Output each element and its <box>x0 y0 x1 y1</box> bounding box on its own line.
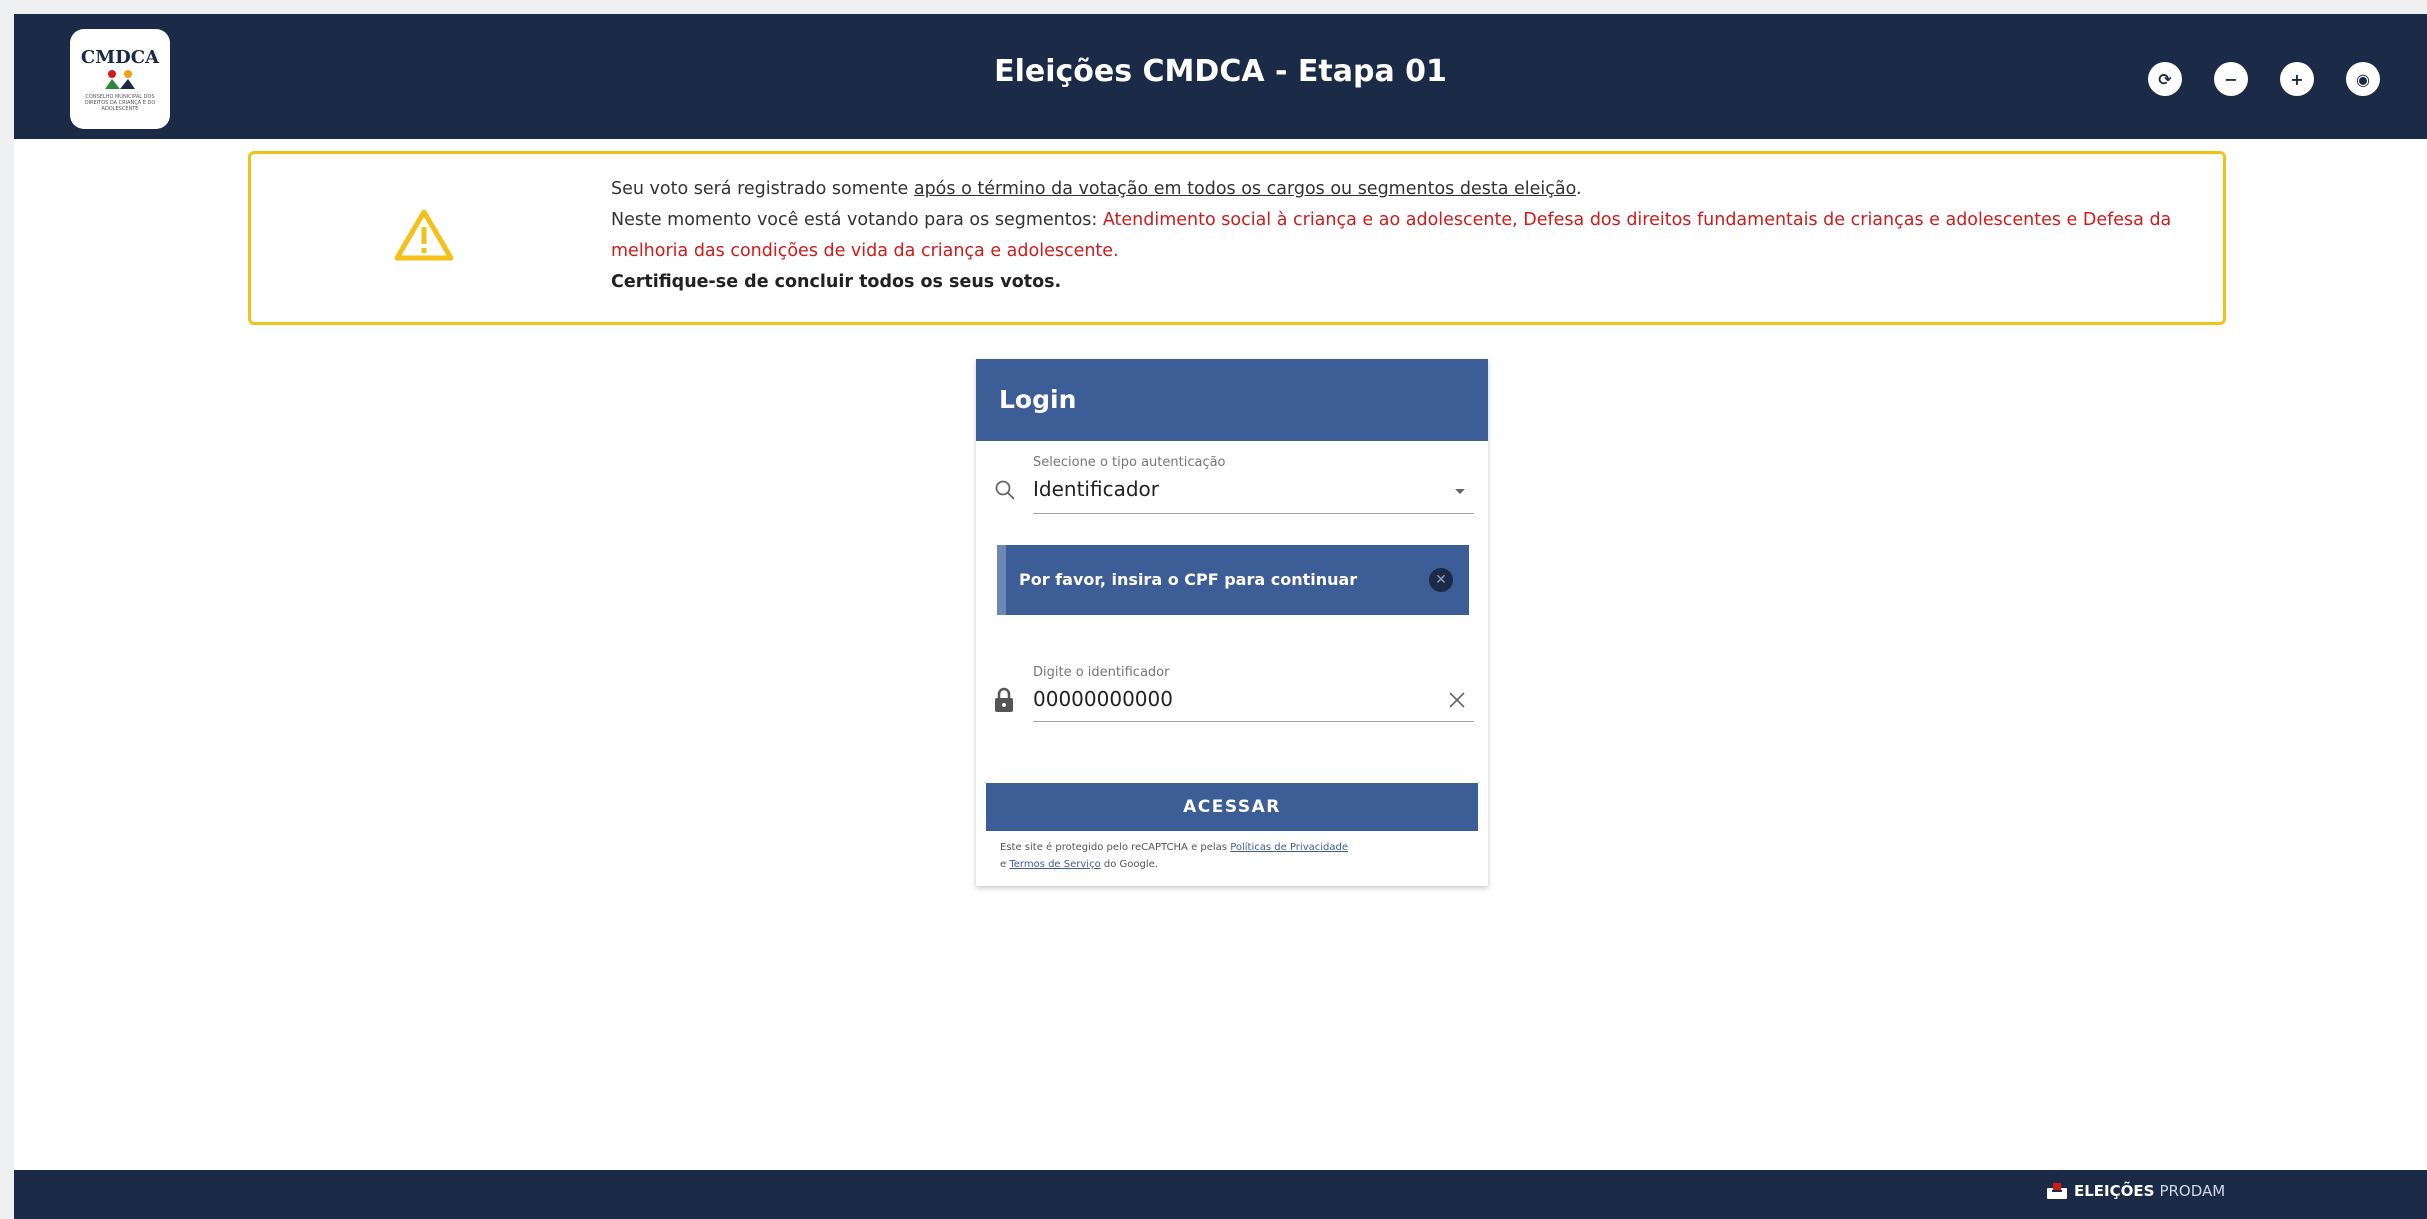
acessar-button[interactable]: ACESSAR <box>986 783 1478 831</box>
chevron-down-icon <box>1455 489 1465 494</box>
search-icon <box>995 480 1015 500</box>
recaptcha-prefix: Este site é protegido pelo reCAPTCHA e p… <box>1000 842 1231 853</box>
page-title: Eleições CMDCA - Etapa 01 <box>994 54 1447 89</box>
login-title: Login <box>976 359 1488 441</box>
refresh-icon: ⟳ <box>2158 69 2172 89</box>
auth-type-underline <box>1033 513 1474 514</box>
identifier-field[interactable]: Digite o identificador 00000000000 <box>986 657 1474 747</box>
recaptcha-notice: Este site é protegido pelo reCAPTCHA e p… <box>1000 839 1480 873</box>
privacy-policy-link[interactable]: Políticas de Privacidade <box>1230 842 1348 853</box>
logo-subtext: CONSELHO MUNICIPAL DOS DIREITOS DA CRIAN… <box>84 93 156 112</box>
auth-type-value: Identificador <box>1033 477 1159 501</box>
decrease-font-button[interactable]: − <box>2214 62 2248 96</box>
lock-icon <box>995 687 1013 712</box>
auth-type-select[interactable]: Selecione o tipo autenticação Identifica… <box>986 443 1474 533</box>
refresh-contrast-button[interactable]: ⟳ <box>2148 62 2182 96</box>
clear-icon[interactable] <box>1448 691 1466 709</box>
login-card: Login Selecione o tipo autenticação Iden… <box>976 359 1488 886</box>
cpf-alert-text: Por favor, insira o CPF para continuar <box>1019 570 1358 589</box>
close-icon[interactable]: ✕ <box>1429 568 1453 592</box>
eye-icon: ◉ <box>2356 69 2370 89</box>
minus-icon: − <box>2224 69 2238 89</box>
warning-banner: Seu voto será registrado somente após o … <box>248 151 2226 325</box>
increase-font-button[interactable]: + <box>2280 62 2314 96</box>
top-header: CMDCA CONSELHO MUNICIPAL DOS DIREITOS DA… <box>14 14 2427 139</box>
warning-line1-prefix: Seu voto será registrado somente <box>611 179 914 199</box>
warning-triangle-icon <box>394 209 454 261</box>
identifier-input[interactable]: 00000000000 <box>1033 687 1173 711</box>
auth-type-label: Selecione o tipo autenticação <box>1033 455 1226 470</box>
plus-icon: + <box>2290 69 2304 89</box>
identifier-underline <box>1033 721 1474 722</box>
warning-text: Seu voto será registrado somente após o … <box>611 174 2191 298</box>
footer-brand-normal: PRODAM <box>2159 1182 2226 1200</box>
recaptcha-suffix: do Google. <box>1100 859 1158 870</box>
identifier-label: Digite o identificador <box>1033 665 1170 680</box>
warning-line2-prefix: Neste momento você está votando para os … <box>611 210 1103 230</box>
terms-of-service-link[interactable]: Termos de Serviço <box>1009 859 1100 870</box>
recaptcha-middle: e <box>1000 859 1010 870</box>
footer-brand: ELEIÇÕES PRODAM <box>2046 1182 2225 1200</box>
footer: ELEIÇÕES PRODAM <box>14 1170 2427 1219</box>
footer-brand-bold: ELEIÇÕES <box>2074 1182 2155 1200</box>
warning-line1-underlined: após o término da votação em todos os ca… <box>913 179 1576 199</box>
ballot-box-icon <box>2047 1183 2067 1199</box>
app-frame: CMDCA CONSELHO MUNICIPAL DOS DIREITOS DA… <box>14 14 2427 1219</box>
warning-line3: Certifique-se de concluir todos os seus … <box>611 272 1062 292</box>
accessibility-view-button[interactable]: ◉ <box>2346 62 2380 96</box>
cpf-alert: Por favor, insira o CPF para continuar ✕ <box>997 545 1469 615</box>
warning-line1-suffix: . <box>1575 179 1582 199</box>
